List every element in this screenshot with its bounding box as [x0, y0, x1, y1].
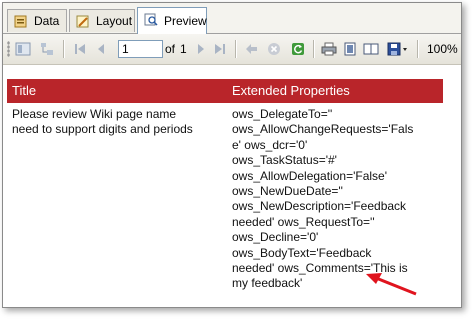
toolbar-separator — [313, 40, 315, 58]
tab-preview[interactable]: Preview — [137, 7, 207, 34]
toolbar-grip[interactable] — [7, 41, 10, 57]
toolbar-separator — [417, 40, 419, 58]
table-header-row: Title Extended Properties — [7, 79, 443, 103]
extended-property-line: ows_NewDescription='Feedback — [232, 199, 407, 214]
next-page-icon[interactable] — [195, 42, 207, 56]
zoom-select[interactable]: 100% — [427, 42, 458, 56]
tab-data-label: Data — [34, 14, 60, 28]
extended-property-line: ows_NewDueDate='' — [232, 184, 343, 199]
preview-icon — [144, 13, 158, 26]
preview-toolbar: 1 of 1 100% — [3, 34, 461, 65]
title-line: need to support digits and periods — [12, 122, 193, 137]
extended-property-line: ows_BodyText='Feedback — [232, 245, 372, 260]
report-designer-window: Data Layout Preview 1 of 1 100% Title Ex… — [2, 2, 462, 308]
tab-preview-label: Preview — [164, 14, 207, 28]
annotation-arrow-icon — [366, 273, 417, 296]
page-setup-icon[interactable] — [363, 42, 379, 56]
tab-layout-label: Layout — [96, 14, 133, 28]
title-cell: Please review Wiki page name need to sup… — [12, 107, 222, 138]
extended-properties-cell: ows_DelegateTo='' ows_AllowChangeRequest… — [232, 107, 432, 292]
toolbar-separator — [63, 40, 65, 58]
extended-property-line: e' ows_dcr='0' — [232, 137, 308, 152]
column-header-title: Title — [12, 83, 37, 98]
title-line: Please review Wiki page name — [12, 107, 177, 121]
extended-property-line: ows_AllowChangeRequests='Fals — [232, 122, 414, 137]
toolbar-separator — [235, 40, 237, 58]
refresh-icon[interactable] — [291, 42, 305, 56]
page-total-label: 1 — [180, 42, 187, 56]
tab-layout[interactable]: Layout — [69, 9, 135, 32]
stop-icon[interactable] — [267, 42, 281, 56]
extended-property-line: ows_DelegateTo='' — [232, 107, 333, 121]
tab-strip: Data Layout Preview — [3, 3, 461, 34]
column-header-extended-properties: Extended Properties — [232, 83, 350, 98]
last-page-icon[interactable] — [213, 42, 227, 56]
extended-property-line: needed' ows_RequestTo='' — [232, 214, 375, 229]
previous-page-icon[interactable] — [95, 42, 107, 56]
document-map-icon[interactable] — [15, 42, 31, 56]
parent-report-icon[interactable] — [39, 42, 55, 56]
layout-icon — [76, 15, 89, 28]
extended-property-line: ows_Decline='0' — [232, 230, 319, 245]
print-icon[interactable] — [321, 42, 337, 56]
export-icon[interactable] — [387, 42, 409, 56]
page-number-input[interactable]: 1 — [118, 40, 163, 58]
back-icon[interactable] — [245, 42, 259, 56]
tab-data[interactable]: Data — [7, 9, 67, 32]
extended-property-line: ows_AllowDelegation='False' — [232, 168, 387, 183]
print-layout-icon[interactable] — [343, 42, 357, 56]
first-page-icon[interactable] — [73, 42, 87, 56]
page-of-label: of — [165, 42, 176, 56]
extended-property-line: ows_TaskStatus='#' — [232, 153, 337, 168]
data-icon — [14, 15, 27, 28]
